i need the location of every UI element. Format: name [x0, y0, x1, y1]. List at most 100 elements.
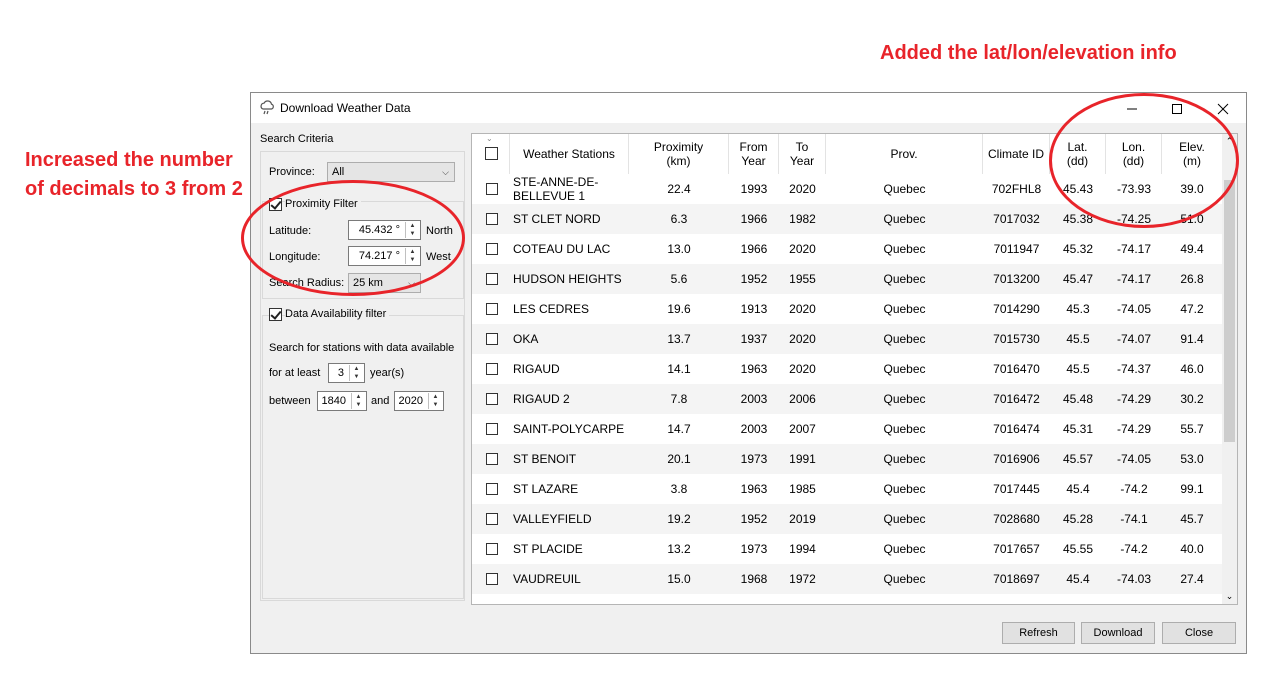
header-weather-stations[interactable]: Weather Stations [510, 134, 629, 174]
cell-elev: 55.7 [1180, 422, 1204, 436]
table-row[interactable]: VAUDREUIL 15.0 1968 1972 Quebec 7018697 45.4 -7… [472, 564, 1222, 594]
cell-prov: Quebec [883, 422, 926, 436]
row-checkbox[interactable] [486, 303, 498, 315]
scroll-down-icon[interactable]: ⌄ [1222, 589, 1237, 604]
table-row[interactable]: RIGAUD 14.1 1963 2020 Quebec 7016470 45.5 -74.3… [472, 354, 1222, 384]
to-year-value: 2020 [398, 395, 423, 407]
cell-proximity: 7.8 [670, 392, 688, 406]
min-years-input[interactable]: 3 ▲ ▼ [328, 363, 365, 383]
cell-from: 1966 [740, 242, 768, 256]
row-checkbox[interactable] [486, 423, 498, 435]
close-button[interactable]: Close [1162, 622, 1236, 644]
spin-up-icon[interactable]: ▲ [352, 393, 365, 401]
table-row[interactable]: RIGAUD 2 7.8 2003 2006 Quebec 7016472 45.48 -74… [472, 384, 1222, 414]
cell-elev: 27.4 [1180, 572, 1204, 586]
row-checkbox[interactable] [486, 183, 498, 195]
row-checkbox[interactable] [486, 483, 498, 495]
row-checkbox[interactable] [486, 333, 498, 345]
sort-indicator-icon: ⌄ [486, 134, 493, 143]
spin-down-icon[interactable]: ▼ [429, 401, 442, 409]
row-checkbox[interactable] [486, 243, 498, 255]
cell-to: 2020 [789, 362, 816, 376]
cell-elev: 46.0 [1180, 362, 1204, 376]
cell-from: 1952 [740, 272, 768, 286]
cell-name: HUDSON HEIGHTS [513, 272, 622, 286]
table-row[interactable]: ST BENOIT 20.1 1973 1991 Quebec 7016906 45.57 -… [472, 444, 1222, 474]
row-checkbox[interactable] [486, 363, 498, 375]
row-checkbox[interactable] [486, 543, 498, 555]
row-checkbox[interactable] [486, 513, 498, 525]
cell-from: 1973 [740, 542, 768, 556]
cell-lat: 45.48 [1062, 392, 1094, 406]
download-button[interactable]: Download [1081, 622, 1155, 644]
header-province[interactable]: Prov. [826, 134, 983, 174]
table-row[interactable]: OKA 13.7 1937 2020 Quebec 7015730 45.5 -74.07 91… [472, 324, 1222, 354]
cell-climate-id: 7011947 [993, 242, 1040, 256]
table-row[interactable]: ST PLACIDE 13.2 1973 1994 Quebec 7017657 45.55… [472, 534, 1222, 564]
cell-elev: 45.7 [1180, 512, 1204, 526]
cell-to: 1972 [789, 572, 816, 586]
refresh-button[interactable]: Refresh [1002, 622, 1075, 644]
table-row[interactable]: VALLEYFIELD 19.2 1952 2019 Quebec 7028680 45.2… [472, 504, 1222, 534]
cell-to: 2020 [789, 332, 816, 346]
header-proximity[interactable]: Proximity (km) [629, 134, 729, 174]
cell-to: 2007 [789, 422, 816, 436]
close-icon [1217, 103, 1229, 115]
table-row[interactable]: ST LAZARE 3.8 1963 1985 Quebec 7017445 45.4 -74… [472, 474, 1222, 504]
cell-from: 1973 [740, 452, 768, 466]
table-row[interactable]: SAINT-POLYCARPE 14.7 2003 2007 Quebec 7016474… [472, 414, 1222, 444]
cell-prov: Quebec [883, 512, 926, 526]
spin-up-icon[interactable]: ▲ [429, 393, 442, 401]
table-row[interactable]: COTEAU DU LAC 13.0 1966 2020 Quebec 7011947 45… [472, 234, 1222, 264]
spin-up-icon[interactable]: ▲ [350, 365, 363, 373]
table-row[interactable]: LES CEDRES 19.6 1913 2020 Quebec 7014290 45.3 -… [472, 294, 1222, 324]
cell-name: RIGAUD 2 [513, 392, 570, 406]
cell-elev: 26.8 [1180, 272, 1204, 286]
cell-lon: -74.2 [1120, 482, 1148, 496]
row-checkbox[interactable] [486, 213, 498, 225]
row-checkbox[interactable] [486, 273, 498, 285]
row-checkbox[interactable] [486, 453, 498, 465]
cell-lat: 45.55 [1062, 542, 1094, 556]
header-from-year[interactable]: From Year [729, 134, 779, 174]
cell-lat: 45.5 [1066, 332, 1090, 346]
cell-from: 1952 [740, 512, 768, 526]
scrollbar-thumb[interactable] [1224, 180, 1235, 442]
province-select[interactable]: All ⌵ [327, 162, 455, 182]
cell-elev: 30.2 [1180, 392, 1204, 406]
to-year-input[interactable]: 2020 ▲ ▼ [394, 391, 444, 411]
header-to-year[interactable]: To Year [779, 134, 826, 174]
partial-table-row [472, 604, 1222, 605]
cell-from: 2003 [740, 392, 768, 406]
row-checkbox[interactable] [486, 393, 498, 405]
row-checkbox[interactable] [486, 573, 498, 585]
search-criteria-title: Search Criteria [260, 133, 334, 145]
cell-to: 1994 [789, 542, 816, 556]
spin-down-icon[interactable]: ▼ [350, 373, 363, 381]
to-year-spinner[interactable]: ▲ ▼ [428, 393, 442, 409]
cell-climate-id: 7016472 [993, 392, 1040, 406]
cell-name: STE-ANNE-DE-BELLEVUE 1 [513, 175, 599, 203]
select-all-header: ⌄ [472, 134, 510, 174]
cell-lon: -74.29 [1116, 422, 1152, 436]
cell-proximity: 13.0 [667, 242, 691, 256]
min-years-spinner[interactable]: ▲ ▼ [349, 365, 363, 381]
header-climate-id[interactable]: Climate ID [983, 134, 1050, 174]
cloud-rain-icon [260, 100, 274, 115]
cell-lat: 45.31 [1062, 422, 1094, 436]
cell-climate-id: 7017032 [993, 212, 1040, 226]
cell-from: 1966 [740, 212, 768, 226]
select-all-checkbox[interactable] [485, 147, 498, 160]
cell-from: 1937 [740, 332, 768, 346]
data-availability-checkbox[interactable] [269, 308, 282, 321]
spin-down-icon[interactable]: ▼ [352, 401, 365, 409]
cell-name: ST CLET NORD [513, 212, 601, 226]
cell-lat: 45.32 [1062, 242, 1094, 256]
data-availability-label: Data Availability filter [285, 308, 390, 320]
from-year-input[interactable]: 1840 ▲ ▼ [317, 391, 367, 411]
table-row[interactable]: HUDSON HEIGHTS 5.6 1952 1955 Quebec 7013200 45… [472, 264, 1222, 294]
cell-lat: 45.4 [1066, 482, 1090, 496]
cell-prov: Quebec [883, 392, 926, 406]
vertical-scrollbar[interactable]: ⌃ ⌄ [1222, 134, 1237, 604]
from-year-spinner[interactable]: ▲ ▼ [351, 393, 365, 409]
